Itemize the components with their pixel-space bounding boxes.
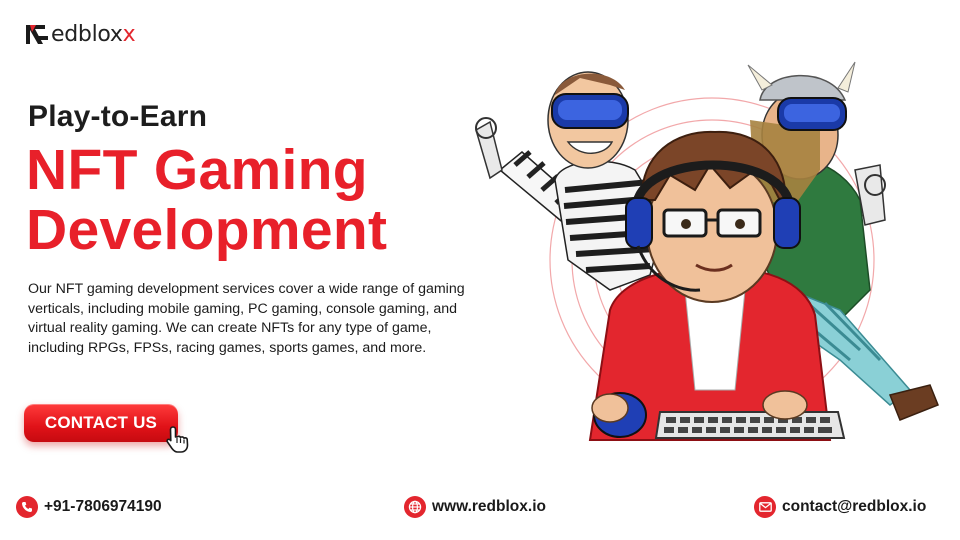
vr-player-striped bbox=[475, 71, 666, 291]
globe-icon bbox=[404, 496, 426, 518]
headline-line-2: Development bbox=[26, 198, 388, 262]
email-address: contact@redblox.io bbox=[782, 498, 927, 515]
footer-website[interactable]: www.redblox.io bbox=[404, 496, 546, 518]
footer-phone[interactable]: +91-7806974190 bbox=[16, 496, 162, 518]
footer-email[interactable]: contact@redblox.io bbox=[754, 496, 926, 518]
pointer-cursor-icon bbox=[166, 426, 189, 453]
keyboard bbox=[654, 411, 846, 439]
logo-x-letter: x bbox=[122, 22, 136, 47]
mail-icon bbox=[754, 496, 776, 518]
hero-headline: NFT Gaming Development bbox=[26, 140, 387, 260]
gamers-illustration bbox=[475, 61, 939, 441]
logo-r-icon bbox=[26, 25, 48, 44]
phone-icon bbox=[16, 496, 38, 518]
website-url: www.redblox.io bbox=[432, 498, 546, 515]
hero-description: Our NFT gaming development services cove… bbox=[28, 281, 465, 356]
headline-line-1: NFT Gaming bbox=[26, 138, 368, 202]
mouse bbox=[591, 392, 647, 438]
brand-logo[interactable]: edbloxx bbox=[24, 20, 136, 50]
phone-number: +91-7806974190 bbox=[44, 498, 162, 515]
logo-text: edbloxx bbox=[51, 22, 136, 47]
contact-us-button[interactable]: CONTACT US bbox=[24, 404, 178, 442]
hero-subtitle: Play-to-Earn bbox=[28, 100, 208, 133]
